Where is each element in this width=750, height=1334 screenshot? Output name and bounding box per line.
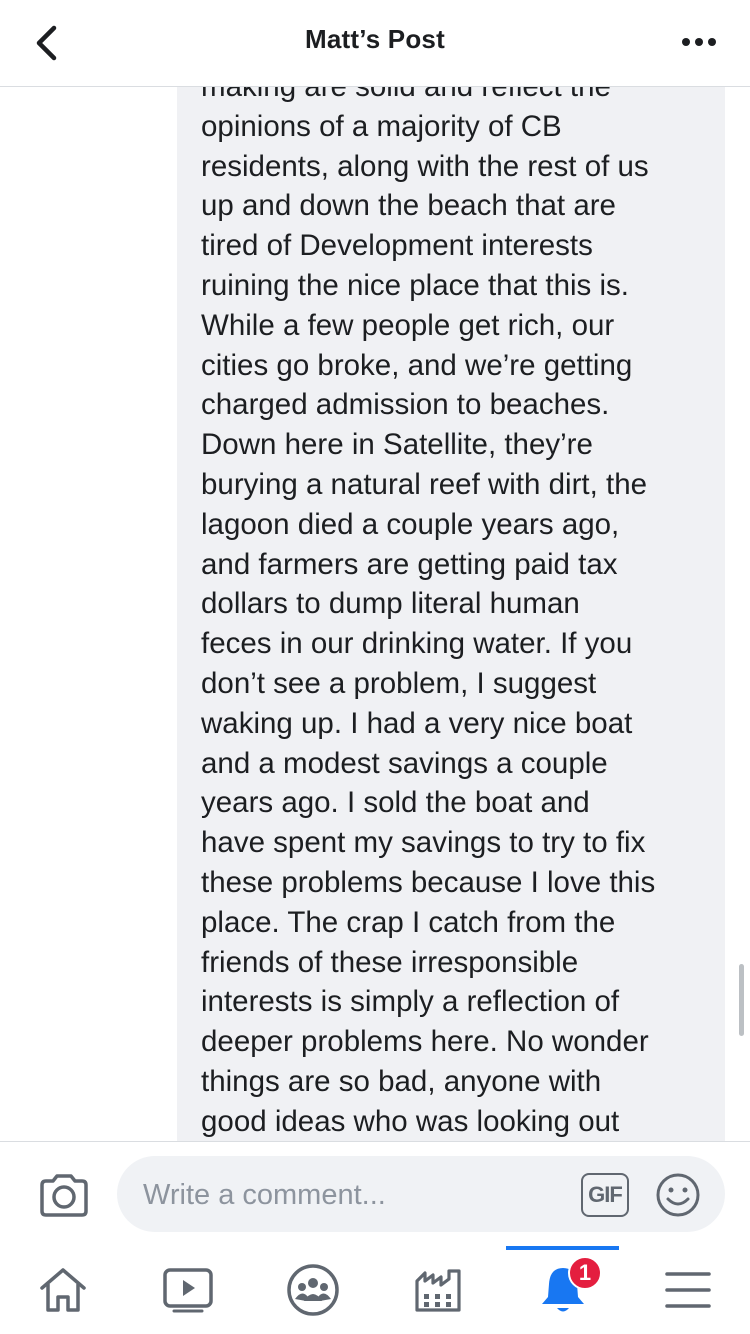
tab-marketplace[interactable] — [375, 1246, 500, 1334]
comment-line: tired of Development interests — [201, 229, 593, 263]
comment-line: deeper problems here. No wonder — [201, 1025, 649, 1059]
notification-badge: 1 — [568, 1256, 602, 1290]
comment-line: cities go broke, and we’re getting — [201, 348, 633, 382]
comment-composer: GIF — [0, 1141, 750, 1247]
tab-video[interactable] — [125, 1246, 250, 1334]
emoji-icon[interactable] — [655, 1172, 701, 1218]
comment-line: burying a natural reef with dirt, the — [201, 467, 648, 501]
scrollbar[interactable] — [739, 964, 744, 1036]
comment-line: good ideas who was looking out — [201, 1104, 620, 1138]
comment-line: residents, along with the rest of us — [201, 149, 649, 183]
marketplace-icon — [414, 1269, 461, 1312]
top-bar: Matt’s Post — [0, 0, 750, 87]
groups-icon — [286, 1264, 339, 1316]
comment-line: Down here in Satellite, they’re — [201, 428, 593, 462]
comment-text: making are solid and reflect theopinions… — [201, 87, 711, 1141]
gif-button[interactable]: GIF — [581, 1173, 629, 1217]
post-comments-area: making are solid and reflect theopinions… — [0, 87, 750, 1141]
camera-icon — [40, 1174, 88, 1217]
gif-label: GIF — [588, 1182, 623, 1207]
menu-icon — [664, 1272, 711, 1308]
bottom-tab-bar: 1 — [0, 1246, 750, 1334]
comment-line: While a few people get rich, our — [201, 308, 615, 342]
comment-input[interactable] — [141, 1156, 565, 1234]
tab-notifications[interactable]: 1 — [500, 1246, 625, 1334]
comment-line: charged admission to beaches. — [201, 388, 610, 422]
more-horizontal-icon — [682, 38, 716, 46]
comment-line: opinions of a majority of CB — [201, 109, 562, 143]
comment-line: place. The crap I catch from the — [201, 905, 616, 939]
comment-line: interests is simply a reflection of — [201, 985, 620, 1019]
comment-line: things are so bad, anyone with — [201, 1064, 602, 1098]
comment-input-container: GIF — [117, 1156, 725, 1234]
comment-line: have spent my savings to try to fix — [201, 826, 646, 860]
comment-line: making are solid and reflect the — [201, 87, 711, 107]
comment-line: waking up. I had a very nice boat — [201, 706, 633, 740]
comment-line: ruining the nice place that this is. — [201, 268, 629, 302]
comment-line: dollars to dump literal human — [201, 587, 580, 621]
comment-line: and farmers are getting paid tax — [201, 547, 618, 581]
comment-line: feces in our drinking water. If you — [201, 627, 633, 661]
tab-menu[interactable] — [625, 1246, 750, 1334]
camera-button[interactable] — [36, 1170, 92, 1220]
home-icon — [39, 1268, 86, 1312]
tab-groups[interactable] — [250, 1246, 375, 1334]
comment-line: these problems because I love this — [201, 865, 656, 899]
comment-line: don’t see a problem, I suggest — [201, 666, 597, 700]
tab-home[interactable] — [0, 1246, 125, 1334]
comment-line: up and down the beach that are — [201, 189, 616, 223]
more-options-button[interactable] — [674, 22, 726, 62]
comment-line: years ago. I sold the boat and — [201, 786, 590, 820]
comment-line: and a modest savings a couple — [201, 746, 608, 780]
comment-line: friends of these irresponsible — [201, 945, 579, 979]
page-title: Matt’s Post — [305, 24, 445, 54]
video-icon — [162, 1268, 213, 1313]
comment-line: lagoon died a couple years ago, — [201, 507, 620, 541]
